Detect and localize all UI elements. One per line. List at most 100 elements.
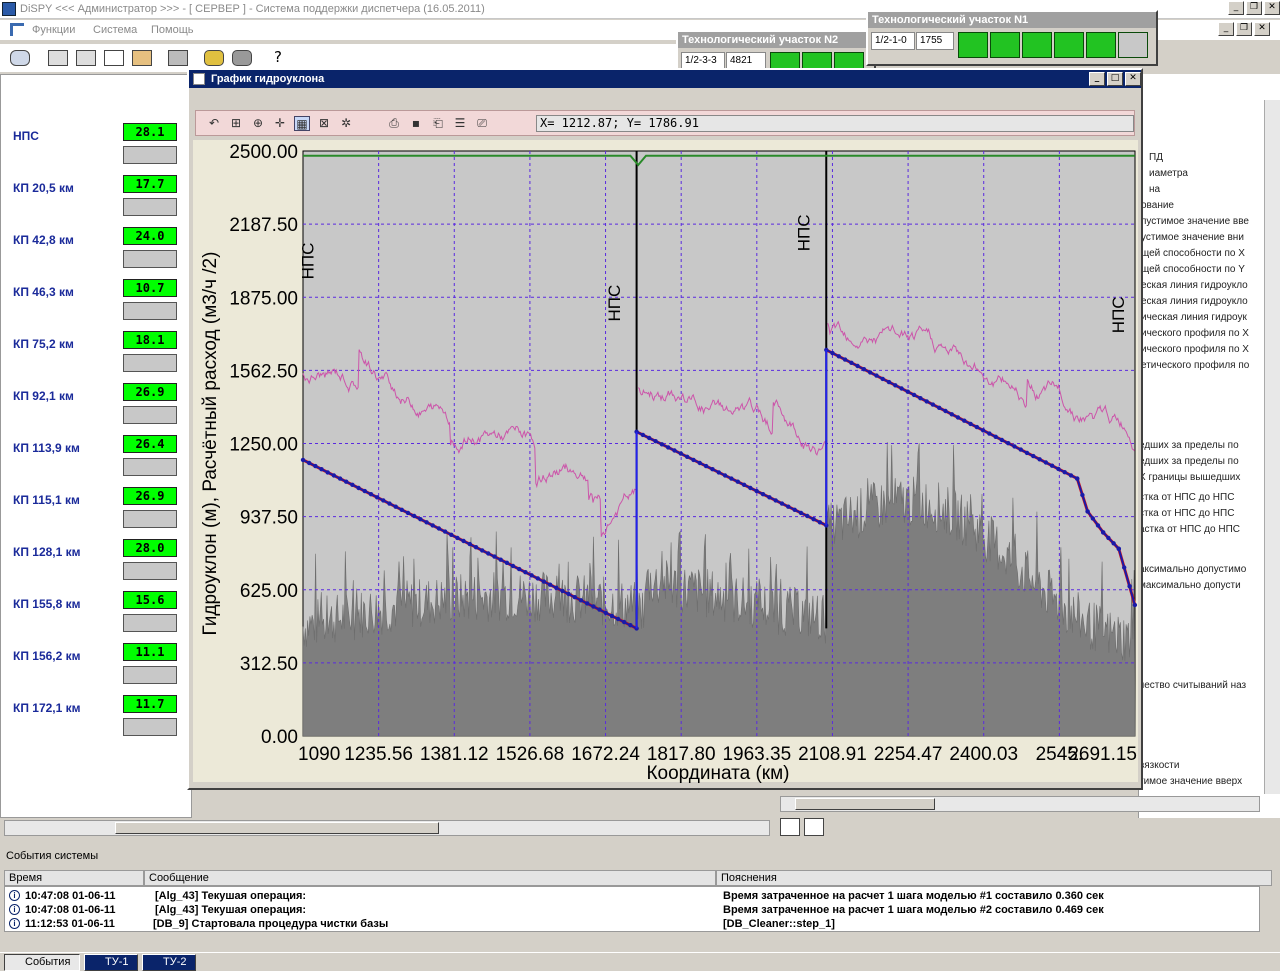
slope-point (974, 424, 980, 430)
slope-point (678, 451, 684, 456)
slope-point (350, 482, 355, 487)
slope-point (880, 376, 885, 382)
slope-point (672, 448, 677, 453)
slope-point (529, 573, 534, 578)
x-tick-label: 2108.91 (798, 744, 867, 765)
slope-point (356, 485, 361, 491)
slope-point (987, 431, 992, 436)
slope-point (1012, 444, 1017, 449)
slope-point (449, 532, 454, 537)
slope-point (597, 607, 602, 612)
slope-point (504, 560, 510, 565)
chart-tab-icon[interactable] (780, 818, 800, 836)
events-header-message[interactable]: Сообщение (144, 870, 716, 886)
task-tu2-label: ТУ-2 (163, 956, 187, 968)
slope-point (1085, 509, 1090, 514)
slope-point (786, 504, 791, 509)
slope-point (1006, 441, 1011, 446)
slope-point (811, 517, 816, 522)
slope-point (492, 554, 497, 559)
slope-point (374, 495, 380, 500)
x-tick-label: 1817.80 (647, 744, 716, 765)
slope-point (905, 389, 910, 394)
task-tu1[interactable]: ТУ-1 (84, 954, 138, 971)
slope-point (615, 616, 621, 622)
slope-point (716, 470, 721, 475)
slope-point (710, 467, 715, 472)
slope-point (1101, 530, 1106, 535)
slope-point (566, 591, 571, 597)
x-tick-label: 2400.03 (949, 744, 1018, 765)
event-note: Время затраченное на расчет 1 шага модел… (723, 890, 1104, 902)
slope-point (830, 350, 835, 356)
slope-point (893, 383, 898, 388)
x-tick-label: 1381.12 (420, 744, 489, 765)
x-tick-label: 1672.24 (571, 744, 640, 765)
slope-point (622, 619, 627, 625)
slope-point (603, 610, 608, 615)
event-row[interactable]: i 10:47:08 01-06-11 [Alg_43] Текушая опе… (5, 889, 1259, 903)
left-hscrollbar[interactable] (4, 820, 770, 836)
x-tick-label: 1090 (298, 744, 340, 765)
slope-point (842, 357, 848, 362)
slope-point (1031, 453, 1036, 459)
y-tick-label: 1875.00 (229, 288, 298, 309)
slope-point (691, 457, 696, 463)
y-tick-label: 1562.50 (229, 361, 298, 382)
event-row[interactable]: i 11:12:53 01-06-11 [DB_9] Стартовала пр… (5, 917, 1259, 931)
info-icon: i (9, 904, 20, 915)
events-header-time[interactable]: Время (4, 870, 144, 886)
y-axis-label: Гидроуклон (м), Расчётный расход (м3/ч /… (200, 252, 221, 636)
slope-point (381, 498, 386, 503)
slope-point (760, 492, 766, 497)
slope-point (399, 507, 404, 512)
slope-point (918, 396, 923, 401)
table-tab-icon[interactable] (804, 818, 824, 836)
task-tu2[interactable]: ТУ-2 (142, 954, 196, 971)
task-tu1-label: ТУ-1 (105, 956, 129, 968)
slope-point (331, 473, 337, 478)
slope-point (517, 566, 522, 572)
y-tick-label: 0.00 (261, 727, 298, 748)
slope-point (647, 435, 652, 441)
slope-point (773, 498, 778, 503)
left-hscroll-thumb[interactable] (115, 822, 439, 834)
task-events[interactable]: События (4, 954, 80, 971)
slope-point (754, 488, 759, 494)
station-label: НПС (795, 215, 814, 252)
slope-point (849, 360, 854, 365)
slope-point (424, 520, 429, 525)
slope-point (703, 463, 709, 469)
slope-point (943, 408, 948, 414)
slope-point (337, 476, 343, 481)
slope-point (861, 367, 867, 372)
y-tick-label: 937.50 (240, 508, 298, 529)
slope-point (535, 576, 540, 581)
slope-point (572, 595, 577, 600)
event-row[interactable]: i 10:47:08 01-06-11 [Alg_43] Текушая опе… (5, 903, 1259, 917)
slope-point (387, 501, 392, 506)
slope-point (817, 520, 823, 525)
y-tick-label: 1250.00 (229, 435, 298, 456)
event-message: [DB_9] Стартовала процедура чистки базы (153, 918, 389, 930)
right-hscroll-thumb[interactable] (795, 798, 935, 810)
events-list[interactable]: i 10:47:08 01-06-11 [Alg_43] Текушая опе… (4, 886, 1260, 932)
slope-point (319, 467, 324, 472)
slope-point (792, 507, 797, 512)
x-tick-label: 2254.47 (874, 744, 943, 765)
slope-point (1116, 546, 1122, 551)
slope-point (510, 563, 516, 569)
station-label: НПС (298, 243, 317, 280)
taskbar: События ТУ-1 ТУ-2 (0, 952, 1280, 971)
slope-point (1056, 466, 1061, 472)
slope-point (874, 373, 879, 378)
events-header-notes[interactable]: Пояснения (716, 870, 1272, 886)
slope-point (523, 570, 528, 575)
y-tick-label: 312.50 (240, 654, 298, 675)
slope-point (868, 370, 873, 375)
slope-point (1037, 457, 1042, 462)
event-time: 10:47:08 01-06-11 (25, 890, 116, 902)
right-hscrollbar[interactable] (780, 796, 1260, 812)
slope-point (578, 598, 584, 603)
x-tick-label: 1235.56 (344, 744, 413, 765)
